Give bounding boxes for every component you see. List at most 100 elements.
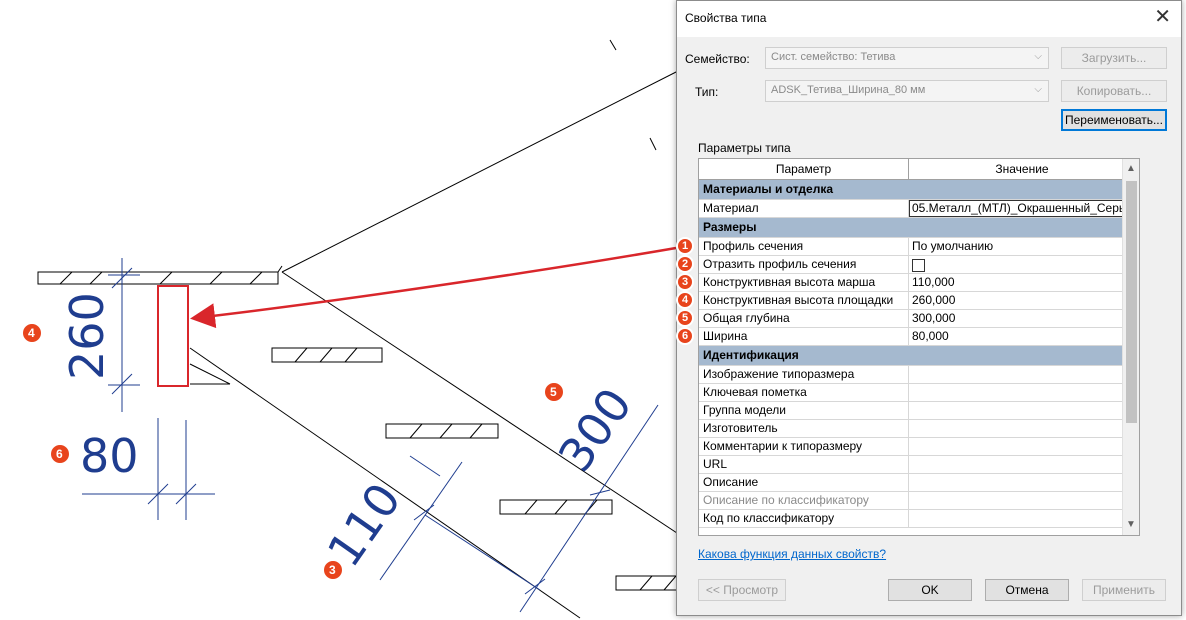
group-header[interactable]: Размеры⌃: [699, 218, 1136, 238]
parameter-value[interactable]: [909, 492, 1136, 509]
parameter-value[interactable]: [909, 474, 1136, 491]
family-label: Семейство:: [685, 52, 750, 66]
parameter-row[interactable]: Изготовитель: [699, 420, 1136, 438]
parameter-name: Общая глубина: [699, 310, 909, 327]
family-select[interactable]: Сист. семейство: Тетива ⌵: [765, 47, 1049, 69]
parameter-value[interactable]: [909, 366, 1136, 383]
parameter-row[interactable]: Ключевая пометка: [699, 384, 1136, 402]
marker-4: 4: [21, 322, 43, 344]
preview-button[interactable]: << Просмотр: [698, 579, 786, 601]
type-select[interactable]: ADSK_Тетива_Ширина_80 мм ⌵: [765, 80, 1049, 102]
parameter-name: Ключевая пометка: [699, 384, 909, 401]
parameter-name: Материал: [699, 200, 909, 217]
parameter-row[interactable]: Описание: [699, 474, 1136, 492]
type-label: Тип:: [695, 85, 719, 99]
row-badge: 4: [676, 291, 694, 309]
parameter-value[interactable]: 80,000: [909, 328, 1136, 345]
parameter-name: Конструктивная высота площадки: [699, 292, 909, 309]
parameter-row[interactable]: Отразить профиль сечения: [699, 256, 1136, 274]
header-value[interactable]: Значение: [909, 159, 1136, 180]
header-parameter[interactable]: Параметр: [699, 159, 909, 180]
parameter-row[interactable]: Ширина 80,000: [699, 328, 1136, 346]
parameter-row[interactable]: Общая глубина 300,000: [699, 310, 1136, 328]
scroll-up-icon[interactable]: ▲: [1126, 163, 1136, 174]
parameter-value[interactable]: [909, 456, 1136, 473]
row-badge: 1: [676, 237, 694, 255]
row-badge: 5: [676, 309, 694, 327]
marker-6: 6: [49, 443, 71, 465]
parameter-name: Изготовитель: [699, 420, 909, 437]
parameter-value[interactable]: [909, 510, 1136, 527]
parameter-name: Описание: [699, 474, 909, 491]
type-properties-dialog: Свойства типа ✕ Семейство: Сист. семейст…: [676, 0, 1182, 616]
parameter-row[interactable]: Изображение типоразмера: [699, 366, 1136, 384]
row-badge: 2: [676, 255, 694, 273]
parameter-name: Изображение типоразмера: [699, 366, 909, 383]
parameter-value[interactable]: 300,000: [909, 310, 1136, 327]
parameter-name: Конструктивная высота марша: [699, 274, 909, 291]
checkbox[interactable]: [912, 259, 925, 272]
cancel-button[interactable]: Отмена: [985, 579, 1069, 601]
scroll-down-icon[interactable]: ▼: [1126, 519, 1136, 530]
parameter-row[interactable]: Профиль сечения По умолчанию: [699, 238, 1136, 256]
copy-button[interactable]: Копировать...: [1061, 80, 1167, 102]
marker-3: 3: [322, 559, 344, 581]
parameter-name: Группа модели: [699, 402, 909, 419]
parameter-value[interactable]: [909, 402, 1136, 419]
parameter-row[interactable]: Код по классификатору: [699, 510, 1136, 528]
chevron-down-icon: ⌵: [1034, 84, 1042, 95]
parameter-value-input[interactable]: 05.Металл_(МТЛ)_Окрашенный_Серы: [909, 200, 1133, 217]
parameter-row[interactable]: Конструктивная высота марша 110,000: [699, 274, 1136, 292]
parameter-name: URL: [699, 456, 909, 473]
parameter-value[interactable]: 110,000: [909, 274, 1136, 291]
dim-260: 260: [60, 292, 114, 380]
group-header[interactable]: Идентификация⌃: [699, 346, 1136, 366]
dim-80: 80: [80, 429, 139, 483]
parameter-value[interactable]: 260,000: [909, 292, 1136, 309]
family-value: Сист. семейство: Тетива: [771, 51, 896, 63]
svg-text:3: 3: [329, 563, 336, 577]
parameter-row[interactable]: Группа модели: [699, 402, 1136, 420]
group-title: Идентификация: [703, 348, 799, 362]
parameter-name: Отразить профиль сечения: [699, 256, 909, 273]
svg-text:6: 6: [56, 447, 63, 461]
svg-text:4: 4: [28, 326, 35, 340]
parameter-row[interactable]: URL: [699, 456, 1136, 474]
parameter-name: Код по классификатору: [699, 510, 909, 527]
group-title: Материалы и отделка: [703, 182, 834, 196]
parameter-name: Ширина: [699, 328, 909, 345]
parameter-row[interactable]: Описание по классификатору: [699, 492, 1136, 510]
marker-5: 5: [543, 381, 565, 403]
ok-button[interactable]: OK: [888, 579, 972, 601]
group-header[interactable]: Материалы и отделка⌃: [699, 180, 1136, 200]
parameter-name: Профиль сечения: [699, 238, 909, 255]
parameter-value: [909, 256, 1136, 273]
apply-button[interactable]: Применить: [1082, 579, 1166, 601]
type-value: ADSK_Тетива_Ширина_80 мм: [771, 84, 926, 96]
row-badge: 3: [676, 273, 694, 291]
parameter-value[interactable]: [909, 384, 1136, 401]
parameter-row[interactable]: Материал 05.Металл_(МТЛ)_Окрашенный_Серы: [699, 200, 1136, 218]
dialog-title: Свойства типа: [685, 11, 767, 25]
parameter-row[interactable]: Комментарии к типоразмеру: [699, 438, 1136, 456]
parameter-value[interactable]: По умолчанию: [909, 238, 1136, 255]
titlebar: Свойства типа ✕: [677, 1, 1181, 37]
group-title: Размеры: [703, 220, 757, 234]
row-badge: 6: [676, 327, 694, 345]
parameter-name: Описание по классификатору: [699, 492, 909, 509]
parameter-value[interactable]: [909, 420, 1136, 437]
profile-highlight: [157, 285, 189, 387]
close-icon[interactable]: ✕: [1154, 7, 1171, 27]
load-button[interactable]: Загрузить...: [1061, 47, 1167, 69]
params-label: Параметры типа: [698, 141, 791, 155]
parameter-name: Комментарии к типоразмеру: [699, 438, 909, 455]
help-link[interactable]: Какова функция данных свойств?: [698, 547, 886, 561]
chevron-down-icon: ⌵: [1034, 51, 1042, 62]
vertical-scrollbar[interactable]: ▲ ▼: [1122, 159, 1139, 535]
svg-text:5: 5: [550, 385, 557, 399]
rename-button[interactable]: Переименовать...: [1061, 109, 1167, 131]
type-parameters-grid: Параметр Значение = Материалы и отделка⌃…: [698, 158, 1140, 536]
parameter-row[interactable]: Конструктивная высота площадки 260,000: [699, 292, 1136, 310]
scroll-thumb[interactable]: [1126, 181, 1137, 423]
parameter-value[interactable]: [909, 438, 1136, 455]
